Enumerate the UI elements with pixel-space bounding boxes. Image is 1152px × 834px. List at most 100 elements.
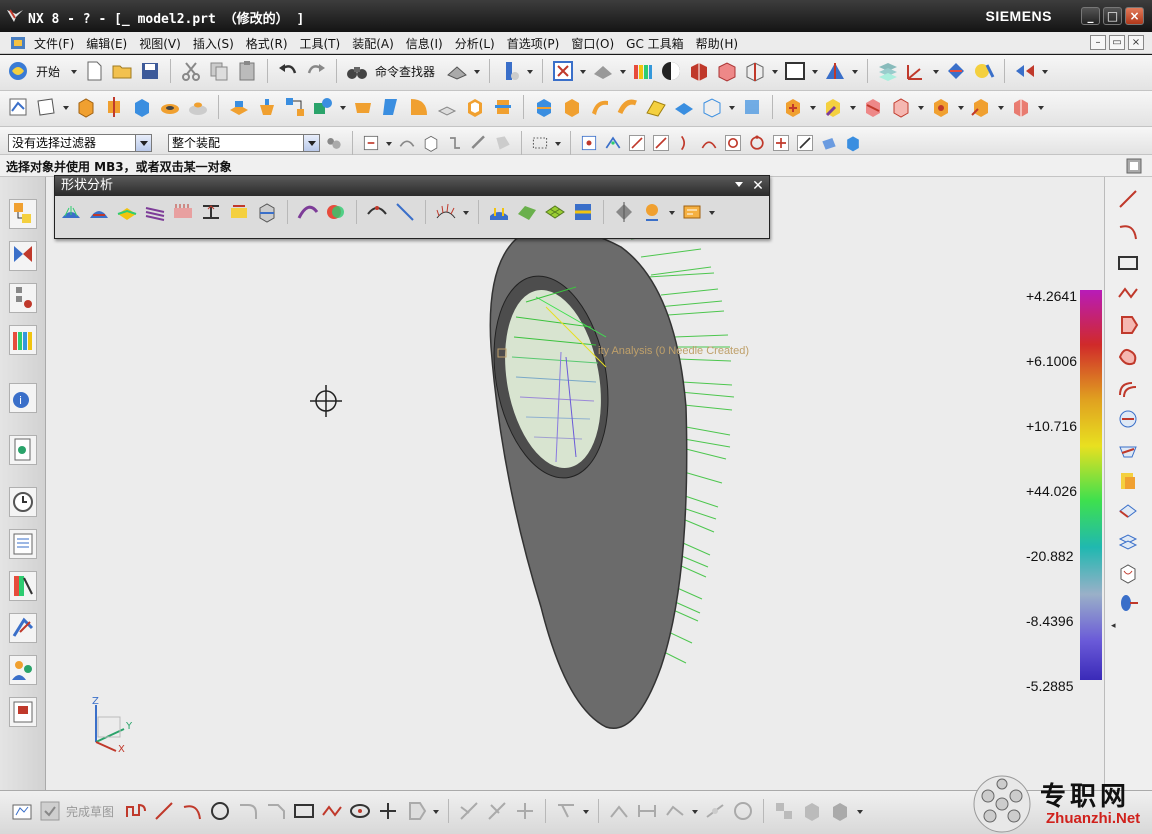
auto-constrain-icon[interactable] [607,799,631,823]
dropdown-arrow[interactable] [62,95,70,119]
intersection-curve-icon[interactable] [1115,439,1141,463]
surface-curvature-icon[interactable] [87,200,111,224]
menu-view[interactable]: 视图(V) [139,35,181,52]
reflection-analysis-icon[interactable] [571,200,595,224]
hole-icon[interactable] [158,95,182,119]
assembly-cut-icon[interactable] [929,95,953,119]
assembly-navigator-tab[interactable] [9,199,37,229]
menu-tools[interactable]: 工具(T) [300,35,341,52]
snap-center-icon[interactable] [723,133,743,153]
select-components-icon[interactable] [324,133,344,153]
dropdown-arrow[interactable] [619,59,627,83]
type-filter-arrow[interactable] [135,135,151,151]
pad-icon[interactable] [227,95,251,119]
split-body-icon[interactable] [532,95,556,119]
dropdown-arrow[interactable] [385,131,393,155]
dropdown-arrow[interactable] [708,200,716,224]
exploded-view-icon[interactable] [969,95,993,119]
swept-icon[interactable] [588,95,612,119]
boss-icon[interactable] [186,95,210,119]
analysis-options-icon[interactable] [680,200,704,224]
menu-information[interactable]: 信息(I) [406,35,443,52]
dropdown-arrow[interactable] [771,59,779,83]
select-curve-icon[interactable] [397,133,417,153]
combined-projection-icon[interactable] [1115,529,1141,553]
emboss-icon[interactable] [255,95,279,119]
sketch-plus-icon[interactable] [376,799,400,823]
part-menu-icon[interactable] [10,35,28,51]
snap-on-curve-icon[interactable] [795,133,815,153]
constraints-icon[interactable] [554,799,578,823]
quick-trim-icon[interactable] [457,799,481,823]
open-folder-icon[interactable] [110,59,134,83]
make-corner-icon[interactable] [513,799,537,823]
offset-face-icon[interactable] [351,95,375,119]
edge-blend-icon[interactable] [407,95,431,119]
snap-line-arrow-icon[interactable] [651,133,671,153]
snap-cube-icon[interactable] [843,133,863,153]
wrap-curve-icon[interactable] [1115,561,1141,585]
toolbar-options-arrow[interactable] [735,182,743,187]
hd3d-tools-tab[interactable]: i [9,383,37,413]
status-options-icon[interactable] [1126,158,1142,174]
dropdown-arrow[interactable] [997,95,1005,119]
continuous-auto-dim-icon[interactable] [663,799,687,823]
command-finder-button[interactable]: 命令查找器 [375,63,435,80]
check-geometry-icon[interactable] [612,200,636,224]
section-analysis-icon[interactable] [255,200,279,224]
constraint-icon[interactable] [821,95,845,119]
sketch-line-icon[interactable] [152,799,176,823]
selection-scope-select[interactable]: 整个装配 [168,134,320,152]
extrude-icon[interactable] [74,95,98,119]
comb-display-icon[interactable] [434,200,458,224]
menu-analysis[interactable]: 分析(L) [455,35,495,52]
studio-surface-icon[interactable] [700,95,724,119]
face-analysis-display-icon[interactable] [487,200,511,224]
dropdown-arrow[interactable] [1041,59,1049,83]
revolve-icon[interactable] [102,95,126,119]
system-materials-tab[interactable] [9,529,37,559]
dropdown-arrow[interactable] [917,95,925,119]
maximize-button[interactable]: □ [1103,7,1122,25]
sketch-mirror-icon[interactable] [800,799,824,823]
shell-icon[interactable] [463,95,487,119]
snap-quadrant-icon[interactable] [747,133,767,153]
dropdown-arrow[interactable] [582,799,590,823]
shaded-sphere-icon[interactable] [659,59,683,83]
snap-point-icon[interactable] [944,59,968,83]
red-cube-icon[interactable] [687,59,711,83]
background-color-icon[interactable] [783,59,807,83]
sketch-spline-icon[interactable] [320,799,344,823]
wcs-icon[interactable] [904,59,928,83]
render-style-icon[interactable] [591,59,615,83]
surface-continuity-icon[interactable] [515,200,539,224]
face-curvature-icon[interactable] [115,200,139,224]
datum-plane-icon[interactable] [34,95,58,119]
fillet-icon[interactable] [236,799,260,823]
assembly-load-icon[interactable] [972,59,996,83]
dropdown-arrow[interactable] [432,799,440,823]
select-body-icon[interactable] [421,133,441,153]
sketch-rectangle-icon[interactable] [292,799,316,823]
snap-existing-point-icon[interactable] [771,133,791,153]
menu-file[interactable]: 文件(F) [34,35,74,52]
orient-view-icon[interactable] [823,59,847,83]
menu-assemblies[interactable]: 装配(A) [352,35,394,52]
selection-priority-icon[interactable] [1013,59,1037,83]
dropdown-arrow[interactable] [579,59,587,83]
section-cube-icon[interactable] [743,59,767,83]
web-browser-tab[interactable] [9,435,37,465]
snap-on-face-icon[interactable] [819,133,839,153]
polygon-icon[interactable] [1115,313,1141,337]
dropdown-arrow[interactable] [809,95,817,119]
conic-icon[interactable] [1115,345,1141,369]
quick-extend-icon[interactable] [485,799,509,823]
chamfer-sketch-icon[interactable] [264,799,288,823]
menu-edit[interactable]: 编辑(E) [86,35,127,52]
dropdown-arrow[interactable] [339,95,347,119]
reuse-library-tab[interactable] [9,325,37,355]
section-curve-icon[interactable] [1115,469,1141,493]
snap-endpoint-icon[interactable] [579,133,599,153]
extract-curve-icon[interactable] [1115,499,1141,523]
doc-restore-button[interactable]: ▭ [1109,35,1125,50]
